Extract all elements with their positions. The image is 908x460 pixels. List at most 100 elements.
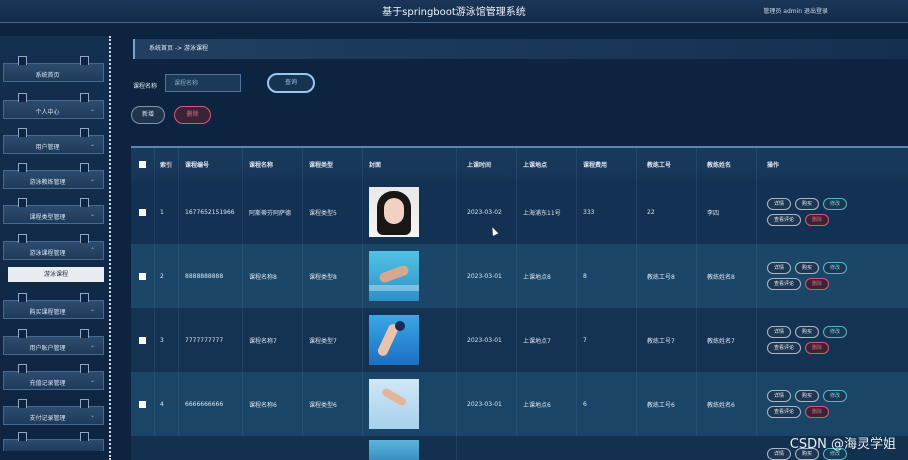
cell-fee: 6 [577,372,637,436]
buy-button[interactable]: 购买 [795,198,820,210]
header-index: 索引 [155,148,179,180]
chevron-down-icon: ⌄ [89,342,95,349]
row-checkbox[interactable] [139,336,146,344]
view-reviews-button[interactable]: 查看评论 [767,278,802,290]
edit-button[interactable]: 修改 [823,262,848,274]
sidebar-item-purchases[interactable]: 购买课程管理 ⌄ [3,293,104,319]
sidebar-item-recharges[interactable]: 充值记录管理 ⌄ [3,364,104,390]
breadcrumb: 系统首页 -> 游泳课程 [133,39,908,59]
row-checkbox[interactable] [139,272,146,280]
table-row: 3 7777777777 课程名称7 课程类型7 2023-03-01 上课地点… [131,308,908,372]
cell-course-no: 7777777777 [179,308,243,372]
cell-coach-no: 教练工号7 [637,308,697,372]
buy-button[interactable]: 购买 [795,326,820,338]
cell-index: 3 [155,308,179,372]
edit-button[interactable]: 修改 [823,198,848,210]
cell-time: 2023-03-02 [457,180,517,244]
cell-index: 4 [155,372,179,436]
sidebar-item-profile[interactable]: 个人中心 ⌄ [3,93,104,119]
sidebar-item-payments[interactable]: 支付记录管理 ⌄ [3,399,104,425]
header-coach-no: 教练工号 [637,148,697,180]
cell-location: 上课地点8 [517,244,577,308]
sidebar-item-courses[interactable]: 游泳课程管理 ⌃ [3,234,104,260]
query-button[interactable]: 查询 [267,73,315,93]
cell-time: 2023-03-01 [457,244,517,308]
add-button[interactable]: 新增 [131,106,165,124]
sidebar-item-accounts[interactable]: 用户账户管理 ⌄ [3,329,104,355]
row-actions: 详情 购买 修改 查看评论 删除 [767,390,848,418]
header-cover: 封面 [363,148,457,180]
cell-course-name: 阿斯蒂芬阿萨德 [243,180,303,244]
view-reviews-button[interactable]: 查看评论 [767,214,802,226]
user-menu[interactable]: 管理员 admin 退出登录 [763,6,828,15]
bulk-delete-button[interactable]: 删除 [174,106,211,124]
pin-icon [80,234,89,243]
pin-icon [18,93,27,102]
chevron-down-icon: ⌄ [89,106,95,113]
chevron-down-icon: ⌄ [89,211,95,218]
buy-button[interactable]: 购买 [795,390,820,402]
sidebar-item-label: 游泳教练管理 [29,179,66,186]
table-row: 4 6666666666 课程名称6 课程类型6 2023-03-01 上课地点… [131,372,908,436]
pin-icon [80,432,89,441]
cover-image [369,187,419,237]
row-checkbox[interactable] [139,400,146,408]
chevron-down-icon: ⌄ [89,412,95,419]
delete-button[interactable]: 删除 [805,214,830,226]
view-reviews-button[interactable]: 查看评论 [767,406,802,418]
pin-icon [18,329,27,338]
cell-fee: 7 [577,308,637,372]
edit-button[interactable]: 修改 [823,390,848,402]
search-input[interactable] [165,74,241,92]
sidebar-item-label: 支付记录管理 [29,415,66,422]
buy-button[interactable]: 购买 [795,262,820,274]
top-bar: 基于springboot游泳馆管理系统 管理员 admin 退出登录 [0,0,908,23]
select-all-checkbox[interactable] [139,160,146,168]
view-reviews-button[interactable]: 查看评论 [767,342,802,354]
sidebar-item-users[interactable]: 用户管理 ⌄ [3,128,104,154]
cell-fee: 8 [577,244,637,308]
cell-location: 上课地点6 [517,372,577,436]
pin-icon [80,364,89,373]
chevron-down-icon: ⌄ [89,141,95,148]
detail-button[interactable]: 详情 [767,262,792,274]
delete-button[interactable]: 删除 [805,342,830,354]
cover-image [369,251,419,301]
detail-button[interactable]: 详情 [767,326,792,338]
cell-time: 2023-03-01 [457,308,517,372]
sidebar-item-course-types[interactable]: 课程类型管理 ⌄ [3,198,104,224]
detail-button[interactable]: 详情 [767,198,792,210]
cell-coach-name: 教练姓名7 [697,308,757,372]
pin-icon [18,399,27,408]
row-checkbox[interactable] [139,208,146,216]
detail-button[interactable]: 详情 [767,448,792,460]
cell-fee: 333 [577,180,637,244]
sidebar-subitem-swim-course[interactable]: 游泳课程 [8,267,104,282]
delete-button[interactable]: 删除 [805,278,830,290]
chevron-down-icon: ⌄ [89,306,95,313]
sidebar-item-cut-off[interactable] [3,432,104,451]
pin-icon [80,56,89,65]
sidebar-item-label: 系统首页 [35,72,60,79]
pin-icon [80,399,89,408]
row-actions: 详情 购买 修改 查看评论 删除 [767,198,848,226]
cell-course-type: 课程类型8 [303,244,363,308]
pin-icon [18,432,27,441]
delete-button[interactable]: 删除 [805,406,830,418]
pin-icon [18,163,27,172]
pin-icon [80,128,89,137]
header-course-name: 课程名称 [243,148,303,180]
table-row: 1 1677652151966 阿斯蒂芬阿萨德 课程类型5 2023-03-02… [131,180,908,244]
cover-image [369,379,419,429]
table-header: 索引 课程编号 课程名称 课程类型 封面 上课时间 上课地点 课程费用 教练工号… [131,146,908,180]
sidebar-item-label: 购买课程管理 [29,309,66,316]
sidebar-item-coaches[interactable]: 游泳教练管理 ⌄ [3,163,104,189]
sidebar-item-home[interactable]: 系统首页 [3,56,104,82]
cell-course-type: 课程类型6 [303,372,363,436]
edit-button[interactable]: 修改 [823,326,848,338]
cell-course-name: 课程名称6 [243,372,303,436]
cell-index: 1 [155,180,179,244]
detail-button[interactable]: 详情 [767,390,792,402]
row-actions: 详情 购买 修改 查看评论 删除 [767,326,848,354]
sidebar-item-label: 游泳课程管理 [29,250,66,257]
